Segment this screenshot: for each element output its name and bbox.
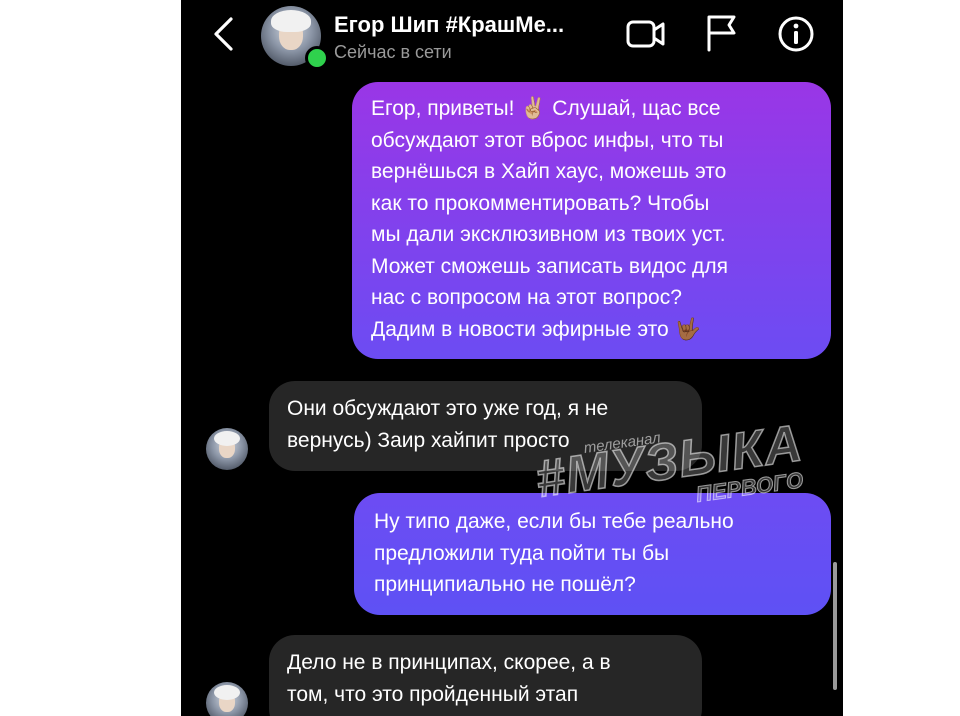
message-text: Егор, приветы! ✌🏼 Слушай, щас все [371, 97, 721, 120]
online-indicator [305, 46, 329, 70]
flag-icon[interactable] [704, 14, 738, 52]
contact-name[interactable]: Егор Шип #КрашМе... [334, 8, 624, 42]
avatar-hair [214, 431, 240, 446]
back-icon[interactable] [209, 16, 239, 52]
message-line: мы дали эксклюзивном из твоих уст. [371, 223, 726, 246]
contact-status: Сейчас в сети [334, 42, 452, 62]
message-line: Дело не в принципах, скорее, а в [287, 651, 611, 674]
message-line: нас с вопросом на этот вопрос? [371, 286, 682, 309]
message-line: Ну типо даже, если бы тебе реально [374, 510, 734, 533]
message-line: вернёшься в Хайп хаус, можешь это [371, 160, 727, 183]
outgoing-message[interactable]: Ну типо даже, если бы тебе реально предл… [354, 493, 831, 615]
message-line: Они обсуждают это уже год, я не [287, 397, 609, 420]
sender-avatar[interactable] [206, 428, 248, 470]
outgoing-message[interactable]: Егор, приветы! ✌🏼 Слушай, щас все обсужд… [352, 82, 831, 359]
avatar-hair [214, 685, 240, 700]
message-line: том, что это пройденный этап [287, 682, 579, 706]
message-line: Егор, приветы! ✌🏼 Слушай, щас все [371, 93, 813, 125]
message-line: предложили туда пойти ты бы [374, 541, 670, 565]
incoming-message[interactable]: Дело не в принципах, скорее, а в том, чт… [269, 635, 702, 716]
message-line: Может сможешь записать видос для [371, 254, 728, 278]
incoming-message[interactable]: Они обсуждают это уже год, я не вернусь)… [269, 381, 702, 471]
message-line: Дадим в новости эфирные это 🤟🏾 [371, 317, 701, 341]
avatar-hair [271, 10, 311, 32]
chat-screen: Егор Шип #КрашМе... Сейчас в сети Егор, … [181, 0, 843, 716]
video-call-icon[interactable] [626, 17, 666, 51]
info-icon[interactable] [777, 15, 815, 53]
scrollbar[interactable] [833, 562, 837, 690]
message-line: вернусь) Заир хайпит просто [287, 428, 570, 452]
sender-avatar[interactable] [206, 682, 248, 716]
message-line: принципиально не пошёл? [374, 573, 636, 596]
message-line: обсуждают этот вброс инфы, что ты [371, 128, 724, 152]
message-line: как то прокомментировать? Чтобы [371, 191, 710, 215]
